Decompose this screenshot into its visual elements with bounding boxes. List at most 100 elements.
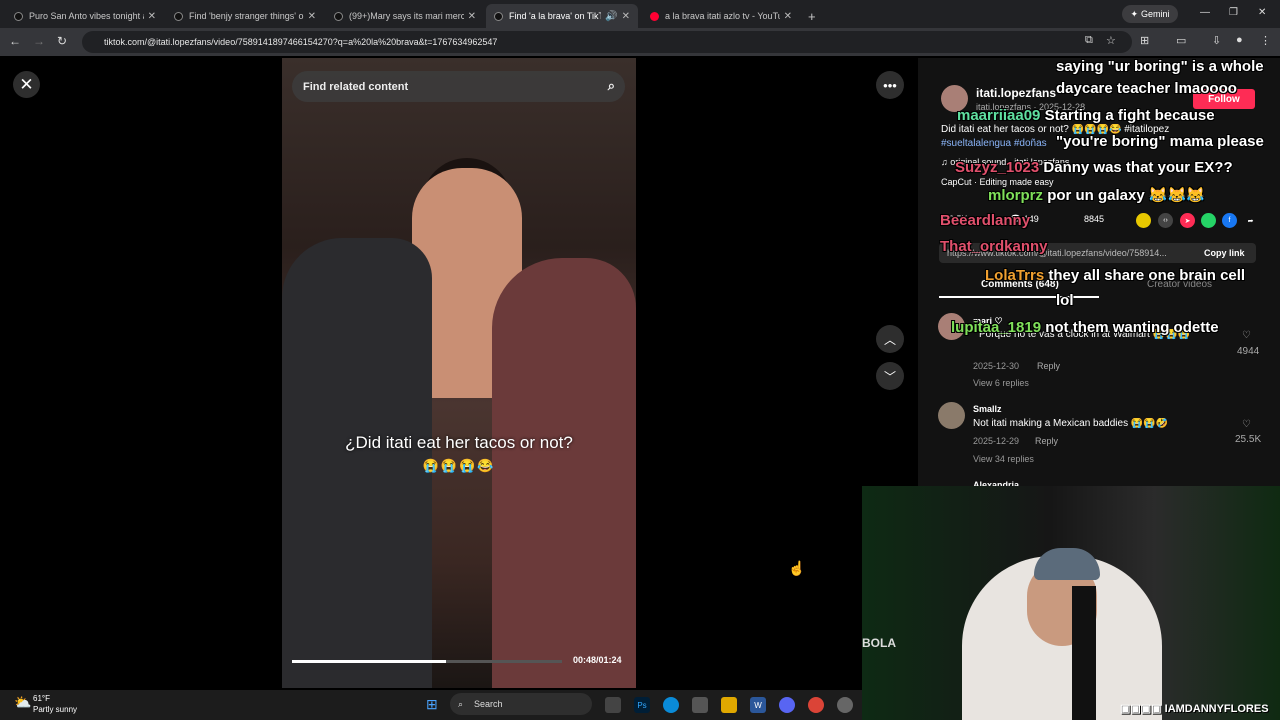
chat-message: saying "ur boring" is a whole [1056, 58, 1264, 75]
comment-date: 2025-12-29 [973, 436, 1020, 446]
chat-text: "you're boring" mama please [1056, 133, 1264, 150]
tab-3-active[interactable]: Find 'a la brava' on TikTok | 🔊 ✕ [486, 4, 638, 28]
handle-text: IAMDANNYFLORES [1164, 703, 1269, 715]
windows-start-icon[interactable]: ⊞ [426, 696, 438, 713]
close-tab-icon[interactable]: ✕ [784, 11, 792, 22]
view-replies-button[interactable]: View 6 replies [973, 378, 1029, 388]
chat-user: lupitaa_1819 [951, 319, 1042, 336]
close-tab-icon[interactable]: ✕ [308, 11, 316, 22]
tab-title: Find 'benjy stranger things' on [189, 11, 304, 21]
chrome-icon[interactable] [808, 697, 824, 713]
reload-icon[interactable]: ↻ [57, 34, 67, 48]
more-options-button[interactable]: ••• [876, 71, 904, 99]
view-replies-button[interactable]: View 34 replies [973, 454, 1034, 464]
taskbar-search[interactable]: ⌕ Search [450, 693, 592, 715]
taskbar-search-label: Search [474, 699, 503, 709]
minimize-icon[interactable]: — [1200, 7, 1210, 18]
send-icon[interactable]: ➤ [1180, 213, 1195, 228]
weather-desc[interactable]: Partly sunny [33, 705, 77, 714]
tab-underline [939, 296, 1099, 298]
tab-0[interactable]: Puro San Anto vibes tonight at ✕ [6, 4, 164, 28]
reply-button[interactable]: Reply [1037, 361, 1060, 371]
chat-user: LolaTrrs [985, 267, 1045, 284]
embed-icon[interactable]: ‹› [1158, 213, 1173, 228]
microphone [1072, 586, 1096, 720]
save-count[interactable]: 8845 [1084, 214, 1104, 224]
progress-bar[interactable] [292, 660, 562, 663]
comment-user[interactable]: Smallz [973, 404, 1002, 414]
prev-video-button[interactable]: ︿ [876, 325, 904, 353]
chat-message: LolaTrrs they all share one brain cell [985, 267, 1245, 284]
next-video-button[interactable]: ﹀ [876, 362, 904, 390]
streamer-cap [1034, 548, 1100, 580]
commenter-avatar[interactable] [938, 402, 965, 429]
reply-button[interactable]: Reply [1035, 436, 1058, 446]
menu-icon[interactable]: ⋮ [1260, 34, 1271, 47]
bookmark-star-icon[interactable]: ☆ [1106, 34, 1116, 47]
downloads-icon[interactable]: ⇩ [1212, 34, 1221, 47]
back-icon[interactable]: ← [9, 34, 21, 48]
file-explorer-icon[interactable] [721, 697, 737, 713]
profile-avatar[interactable]: ● [1236, 34, 1243, 46]
install-icon[interactable]: ⧉ [1085, 34, 1093, 47]
social-icons: ▣▣▣▣ [1120, 703, 1165, 715]
copy-link-button[interactable]: Copy link [1204, 248, 1245, 258]
task-view-icon[interactable] [605, 697, 621, 713]
close-tab-icon[interactable]: ✕ [148, 11, 156, 22]
share-icon[interactable]: ➦ [1243, 213, 1258, 228]
weather-temp[interactable]: 61°F [33, 694, 50, 703]
tab-4[interactable]: a la brava itati azlo tv - YouTube ✕ [642, 4, 800, 28]
media-icon[interactable]: ▭ [1176, 34, 1186, 47]
forward-icon[interactable]: → [33, 34, 45, 48]
tiktok-icon [334, 11, 343, 21]
video-caption: ¿Did itati eat her tacos or not? [345, 433, 573, 452]
chat-user: Beeardlanny [940, 212, 1031, 229]
video-player[interactable] [282, 58, 636, 688]
close-window-icon[interactable]: ✕ [1258, 7, 1266, 18]
photoshop-icon[interactable]: Ps [634, 697, 650, 713]
chat-message: "you're boring" mama please [1056, 133, 1264, 150]
edge-icon[interactable] [663, 697, 679, 713]
coin-icon[interactable] [1136, 213, 1151, 228]
chat-message: mlorprz por un galaxy 😹😹😹 [988, 186, 1205, 204]
whatsapp-icon[interactable] [1201, 213, 1216, 228]
comment-text: Not itati making a Mexican baddies 😭😭🤣 [973, 418, 1169, 429]
new-tab-button[interactable]: + [800, 4, 824, 28]
related-search-input[interactable]: Find related content ⌕ [292, 71, 625, 102]
webcam-feed: BOLA [862, 486, 1280, 720]
author-name[interactable]: itati.lopezfans [976, 86, 1056, 100]
search-placeholder: Find related content [303, 80, 409, 93]
gemini-button[interactable]: ✦ Gemini [1122, 5, 1178, 23]
search-icon[interactable]: ⌕ [608, 78, 615, 94]
comment-like-icon[interactable]: ♡ [1242, 419, 1251, 430]
discord-icon[interactable] [779, 697, 795, 713]
restore-icon[interactable]: ❐ [1229, 7, 1238, 18]
facebook-icon[interactable]: f [1222, 213, 1237, 228]
speaker-icon[interactable]: 🔊 [605, 11, 617, 22]
app-icon[interactable] [837, 697, 853, 713]
tab-2[interactable]: (99+)Mary says its mari merch ✕ [326, 4, 484, 28]
tiktok-icon [494, 11, 503, 21]
tab-strip: Puro San Anto vibes tonight at ✕ Find 'be… [0, 0, 1280, 28]
close-video-button[interactable]: ✕ [13, 71, 40, 98]
chat-user: maarriiaa09 [957, 107, 1041, 124]
comment-like-icon[interactable]: ♡ [1242, 330, 1251, 341]
chat-text: not them wanting odette [1045, 319, 1219, 336]
weather-icon[interactable]: ⛅ [14, 694, 31, 711]
chat-message: Beeardlanny [940, 212, 1030, 229]
chat-user: That_ordkanny [940, 238, 1048, 255]
post-hashtags[interactable]: #sueltalalengua #doñas [941, 138, 1047, 149]
address-bar[interactable]: tiktok.com/@itati.lopezfans/video/758914… [82, 31, 1132, 53]
chat-text: they all share one brain cell [1048, 267, 1246, 284]
mouse-cursor-icon: ☝ [788, 560, 806, 576]
tab-title: a la brava itati azlo tv - YouTube [665, 11, 780, 21]
extensions-icon[interactable]: ⊞ [1140, 34, 1149, 47]
close-tab-icon[interactable]: ✕ [622, 11, 630, 22]
gemini-label: Gemini [1141, 9, 1170, 19]
word-icon[interactable]: W [750, 697, 766, 713]
close-tab-icon[interactable]: ✕ [468, 11, 476, 22]
store-icon[interactable] [692, 697, 708, 713]
url-text: tiktok.com/@itati.lopezfans/video/758914… [104, 37, 498, 47]
tab-1[interactable]: Find 'benjy stranger things' on ✕ [166, 4, 324, 28]
video-time: 00:48/01:24 [573, 655, 622, 665]
